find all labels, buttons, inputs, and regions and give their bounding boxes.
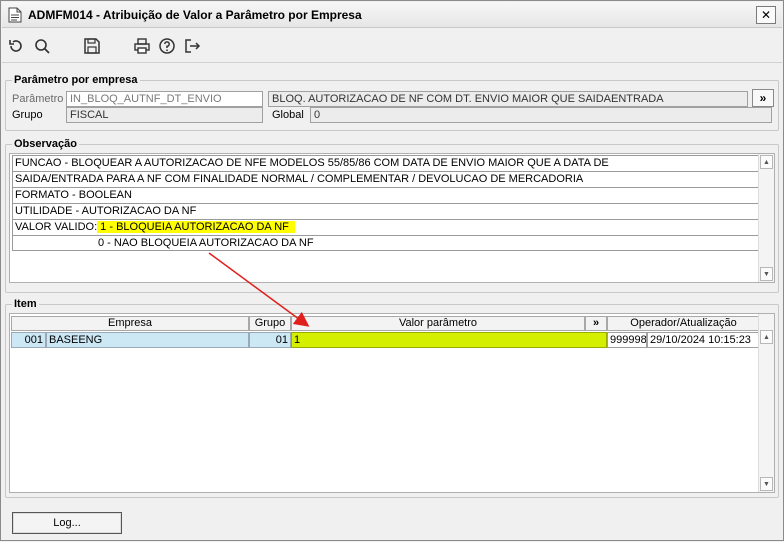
log-button[interactable]: Log... [12,512,122,534]
close-icon: ✕ [760,8,772,22]
scroll-up-icon[interactable]: ▲ [760,330,773,344]
save-icon[interactable] [82,36,102,56]
exit-icon[interactable] [182,36,202,56]
observacao-line-2: SAIDA/ENTRADA PARA A NF COM FINALIDADE N… [12,171,761,187]
close-button[interactable]: ✕ [756,6,776,24]
print-icon[interactable] [132,36,152,56]
parametro-input[interactable]: IN_BLOQ_AUTNF_DT_ENVIO [66,91,263,107]
item-scrollbar[interactable]: ▲ ▼ [758,314,774,492]
observacao-line-1: FUNCAO - BLOQUEAR A AUTORIZACAO DE NFE M… [12,155,761,171]
cell-empresa[interactable]: BASEENG [46,332,249,348]
column-header-more-button[interactable]: » [585,316,607,331]
search-icon[interactable] [32,36,52,56]
column-header-valor[interactable]: Valor parâmetro [291,316,585,331]
cell-operador: 999998 [607,332,647,348]
document-icon [8,7,22,23]
scroll-up-icon[interactable]: ▲ [760,155,773,169]
item-legend: Item [14,298,37,310]
cell-codigo[interactable]: 001 [11,332,46,348]
parametro-label: Parâmetro [12,93,64,105]
global-label: Global [272,109,304,121]
grupo-field: FISCAL [66,107,263,123]
toolbar [2,29,782,63]
scroll-down-icon[interactable]: ▼ [760,477,773,491]
observacao-line-3: FORMATO - BOOLEAN [12,187,761,203]
valor-valido-1-highlight: 1 - BLOQUEIA AUTORIZACAO DA NF [97,221,295,233]
grupo-label: Grupo [12,109,43,121]
cell-valor-parametro[interactable]: 1 [291,332,607,348]
item-grid: Empresa Grupo Valor parâmetro » Operador… [9,313,775,493]
observacao-valor-line: VALOR VALIDO: 1 - BLOQUEIA AUTORIZACAO D… [12,219,761,235]
column-header-empresa[interactable]: Empresa [11,316,249,331]
observacao-line-4: UTILIDADE - AUTORIZACAO DA NF [12,203,761,219]
help-icon[interactable] [157,36,177,56]
observacao-legend: Observação [14,138,77,150]
observacao-scrollbar[interactable]: ▲ ▼ [758,154,774,282]
global-field: 0 [310,107,772,123]
parametro-more-button[interactable]: » [752,89,774,107]
window-title: ADMFM014 - Atribuição de Valor a Parâmet… [28,8,362,22]
title-bar: ADMFM014 - Atribuição de Valor a Parâmet… [2,2,782,28]
scroll-down-icon[interactable]: ▼ [760,267,773,281]
column-header-operador[interactable]: Operador/Atualização [607,316,760,331]
refresh-icon[interactable] [6,36,26,56]
column-header-grupo[interactable]: Grupo [249,316,291,331]
main-window: ADMFM014 - Atribuição de Valor a Parâmet… [0,0,784,541]
cell-atualizacao: 29/10/2024 10:15:23 [647,332,760,348]
cell-grupo[interactable]: 01 [249,332,291,348]
parametro-descricao: BLOQ. AUTORIZACAO DE NF COM DT. ENVIO MA… [268,91,748,107]
valor-valido-prefix: VALOR VALIDO: [15,221,98,233]
valor-valido-0-line: 0 - NAO BLOQUEIA AUTORIZACAO DA NF [12,235,761,251]
parametro-legend: Parâmetro por empresa [14,74,138,86]
observacao-textarea[interactable]: FUNCAO - BLOQUEAR A AUTORIZACAO DE NFE M… [9,153,775,283]
